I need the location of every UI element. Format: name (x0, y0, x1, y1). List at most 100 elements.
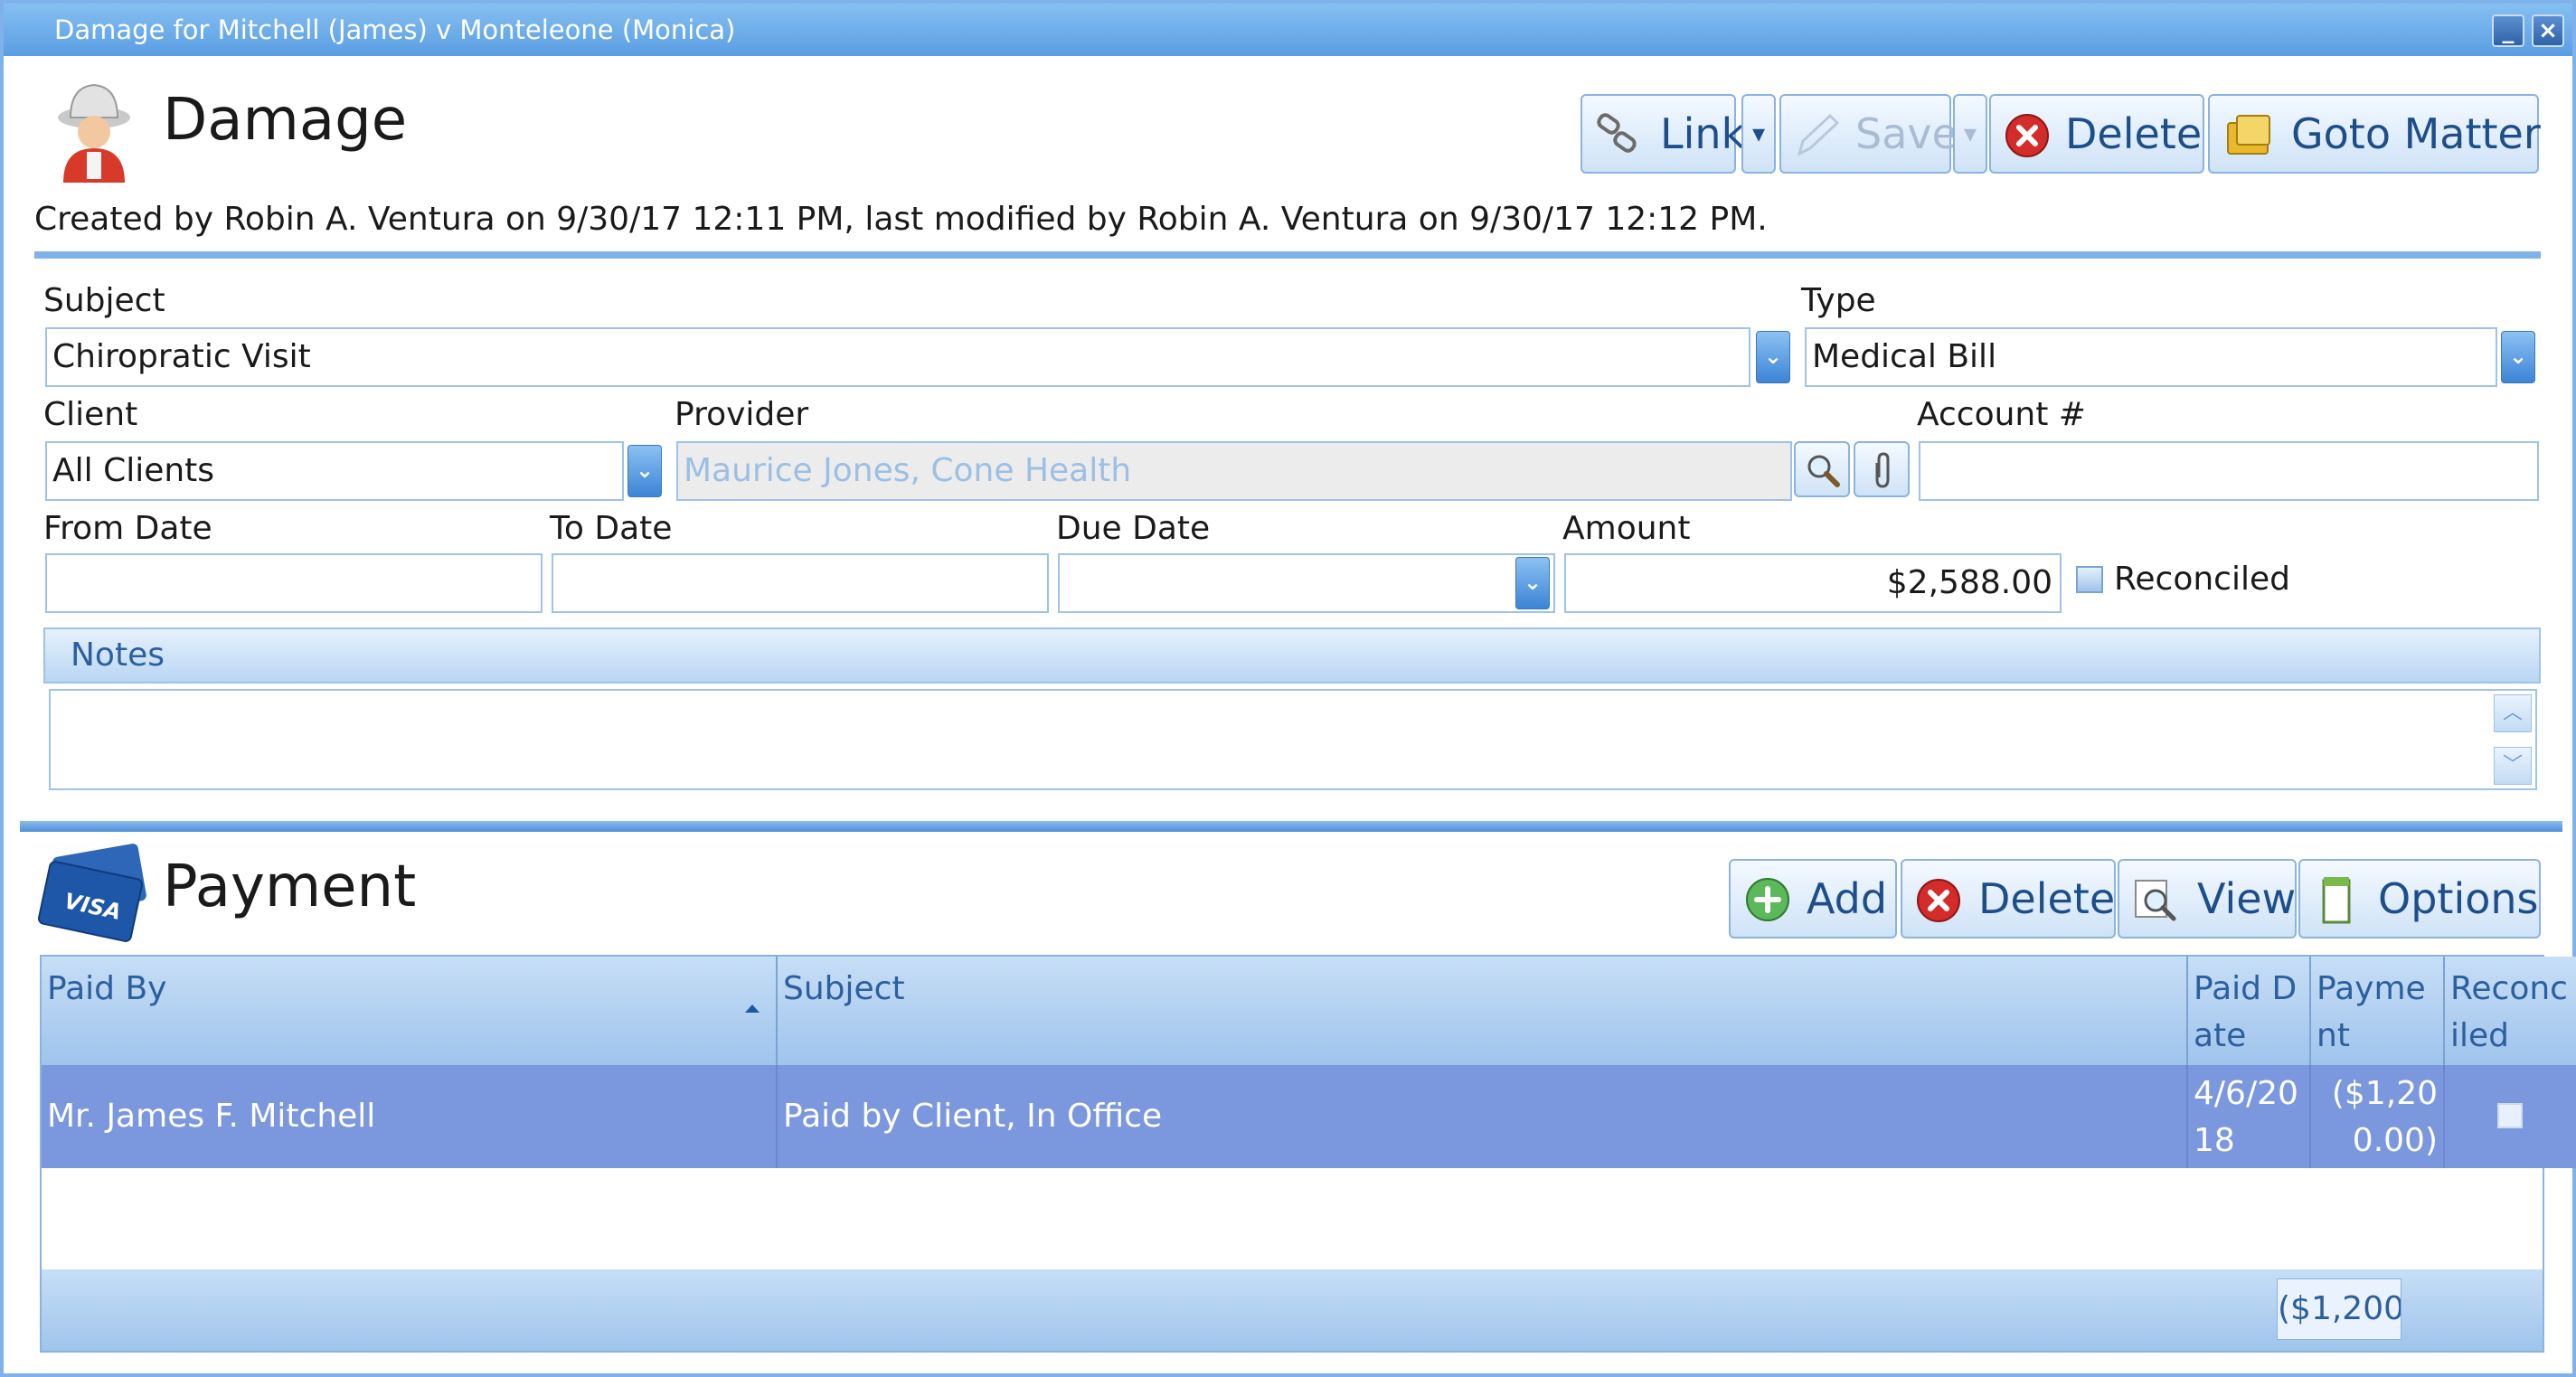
header-divider (34, 251, 2541, 259)
link-button-label: Link (1660, 109, 1746, 158)
delete-payment-label: Delete (1978, 874, 2116, 923)
add-plus-icon (1746, 878, 1789, 921)
column-header-paid-date[interactable]: Paid Date (2188, 957, 2311, 1065)
title-bar: Damage for Mitchell (James) v Monteleone… (4, 4, 2572, 56)
row-subject-value: Paid by Client, In Office (783, 1098, 1163, 1135)
row-paid-by-value: Mr. James F. Mitchell (47, 1098, 376, 1135)
provider-value: Maurice Jones, Cone Health (684, 452, 1132, 489)
table-row-cell-paid-date[interactable]: 4/6/2018 (2188, 1065, 2311, 1168)
goto-matter-button[interactable]: Goto Matter (2208, 94, 2541, 174)
save-dropdown-button[interactable]: ▾ (1953, 94, 1987, 174)
client-dropdown-button[interactable]: ⌄ (627, 445, 662, 497)
link-button[interactable]: Link (1581, 94, 1745, 174)
column-header-paid-date-label: Paid Date (2194, 970, 2298, 1054)
client-combobox[interactable]: All Clients (45, 441, 624, 501)
adjuster-person-icon (51, 76, 137, 186)
column-header-subject[interactable]: Subject (778, 957, 2188, 1065)
column-header-payment[interactable]: Payment (2311, 957, 2445, 1065)
client-label: Client (43, 396, 138, 433)
options-document-icon (2322, 877, 2351, 924)
column-header-reconciled-label: Reconciled (2450, 970, 2568, 1054)
to-date-input[interactable] (552, 553, 1049, 613)
column-header-paid-by[interactable]: Paid By (42, 957, 778, 1065)
subject-combobox[interactable]: Chiropratic Visit (45, 327, 1750, 387)
save-button[interactable]: Save (1779, 94, 1958, 174)
payment-total: ($1,200 (2277, 1278, 2401, 1340)
reconciled-label: Reconciled (2114, 561, 2290, 598)
magnifier-icon (1807, 455, 1840, 487)
provider-label: Provider (675, 396, 809, 433)
subject-value: Chiropratic Visit (52, 338, 311, 375)
amount-label: Amount (1562, 510, 1691, 547)
view-payment-button[interactable]: View (2118, 859, 2297, 938)
delete-x-icon (2005, 114, 2049, 157)
account-label: Account # (1917, 396, 2086, 433)
damage-window: Damage for Mitchell (James) v Monteleone… (0, 0, 2576, 1377)
account-input[interactable] (1919, 441, 2539, 501)
damage-heading: Damage (163, 87, 408, 154)
notes-label: Notes (71, 637, 165, 674)
amount-value: $2,588.00 (1886, 564, 2052, 601)
notes-scroll-up-button[interactable]: ︿ (2494, 694, 2532, 732)
notes-scroll-down-button[interactable]: ﹀ (2494, 747, 2532, 785)
payment-heading: Payment (163, 854, 417, 920)
due-date-label: Due Date (1056, 510, 1211, 547)
row-reconciled-checkbox[interactable] (2497, 1103, 2523, 1128)
amount-input[interactable]: $2,588.00 (1564, 553, 2062, 613)
window-title: Damage for Mitchell (James) v Monteleone… (54, 14, 736, 45)
from-date-label: From Date (43, 510, 212, 547)
pencil-icon (1797, 113, 1840, 156)
column-header-subject-label: Subject (783, 970, 905, 1007)
paperclip-icon (1875, 452, 1890, 488)
credit-card-icon: VISA (37, 843, 150, 953)
table-row-cell-subject[interactable]: Paid by Client, In Office (778, 1065, 2188, 1168)
options-label: Options (2378, 874, 2539, 923)
options-button[interactable]: Options (2298, 859, 2541, 938)
due-date-combobox[interactable] (1058, 553, 1555, 613)
table-row-cell-paid-by[interactable]: Mr. James F. Mitchell (42, 1065, 778, 1168)
type-dropdown-button[interactable]: ⌄ (2501, 331, 2535, 383)
column-header-reconciled[interactable]: Reconciled (2445, 957, 2576, 1065)
provider-search-button[interactable] (1794, 441, 1850, 497)
close-button[interactable]: × (2532, 14, 2564, 47)
from-date-input[interactable] (45, 553, 543, 613)
folder-icon (2227, 115, 2270, 155)
column-header-payment-label: Payment (2317, 970, 2426, 1054)
view-payment-label: View (2197, 874, 2297, 923)
type-value: Medical Bill (1812, 338, 1997, 375)
record-audit-info: Created by Robin A. Ventura on 9/30/17 1… (34, 201, 1768, 238)
link-chain-icon (1597, 113, 1637, 153)
subject-dropdown-button[interactable]: ⌄ (1756, 331, 1790, 383)
notes-header: Notes (43, 627, 2541, 684)
add-payment-label: Add (1807, 874, 1888, 923)
minimize-button[interactable]: _ (2492, 14, 2524, 47)
section-splitter[interactable] (20, 821, 2562, 832)
column-header-paid-by-label: Paid By (47, 970, 167, 1007)
table-row-cell-reconciled[interactable] (2445, 1065, 2576, 1168)
add-payment-button[interactable]: Add (1729, 859, 1897, 938)
client-value: All Clients (52, 452, 215, 489)
type-label: Type (1801, 282, 1876, 319)
notes-textarea[interactable]: ︿ ﹀ (49, 689, 2537, 790)
delete-payment-button[interactable]: Delete (1901, 859, 2116, 938)
save-button-label: Save (1855, 109, 1958, 158)
subject-label: Subject (43, 282, 165, 319)
row-paid-date-value: 4/6/2018 (2194, 1075, 2298, 1159)
link-dropdown-button[interactable]: ▾ (1741, 94, 1776, 174)
provider-attach-button[interactable] (1854, 441, 1910, 497)
delete-damage-button[interactable]: Delete (1989, 94, 2204, 174)
sort-ascending-icon (745, 1004, 760, 1013)
grid-footer: ($1,200 (42, 1269, 2543, 1351)
due-date-dropdown-button[interactable]: ⌄ (1515, 557, 1550, 609)
goto-matter-label: Goto Matter (2291, 109, 2541, 158)
view-magnifier-icon (2135, 880, 2176, 921)
reconciled-checkbox[interactable] (2076, 566, 2103, 593)
type-combobox[interactable]: Medical Bill (1805, 327, 2497, 387)
payment-grid: Paid By Subject Paid Date Payment Reconc… (40, 955, 2576, 1353)
table-row-cell-payment[interactable]: ($1,200.00) (2311, 1065, 2445, 1168)
to-date-label: To Date (550, 510, 673, 547)
delete-damage-label: Delete (2065, 109, 2203, 158)
delete-x-icon (1917, 879, 1960, 922)
row-payment-value: ($1,200.00) (2331, 1075, 2438, 1159)
provider-field[interactable]: Maurice Jones, Cone Health (676, 441, 1792, 501)
